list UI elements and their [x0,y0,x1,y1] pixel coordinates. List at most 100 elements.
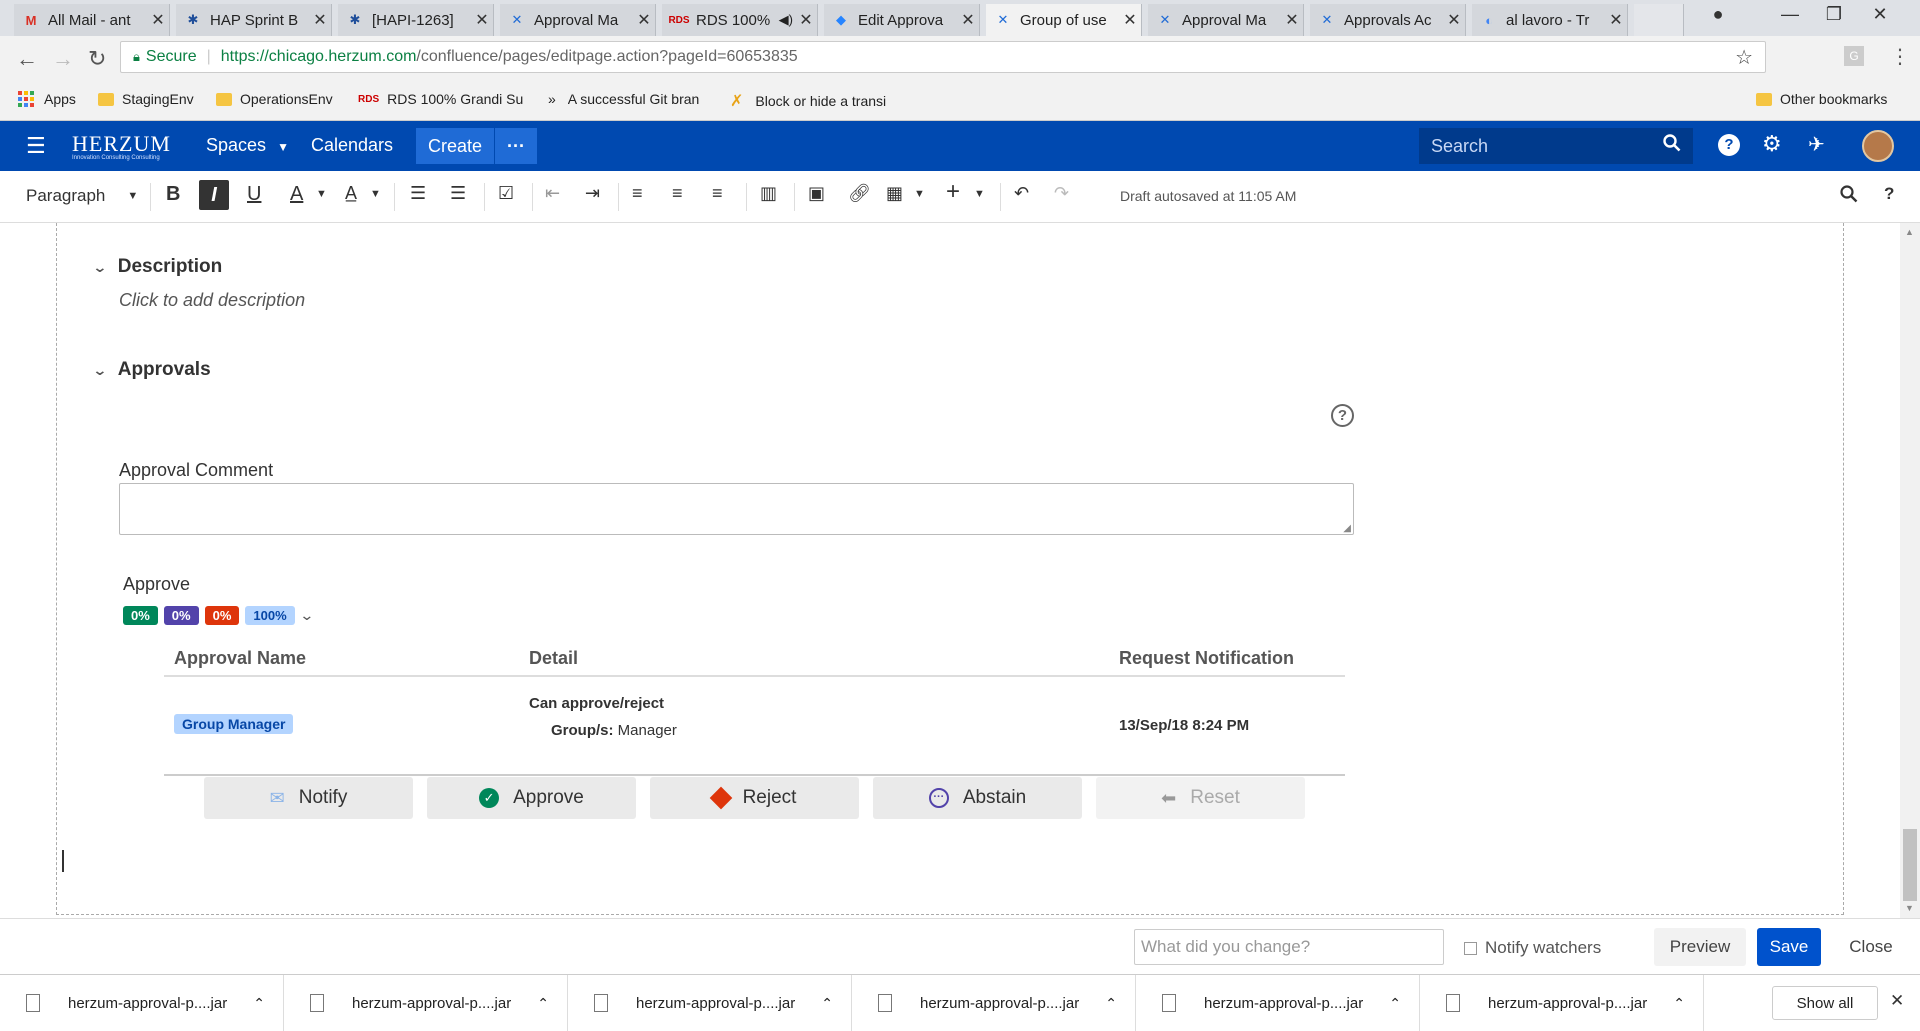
text-color-icon[interactable]: A [290,183,303,206]
find-search-icon[interactable] [1840,185,1858,208]
download-item[interactable]: herzum-approval-p....jar ⌃ [284,975,568,1031]
close-icon[interactable]: ✕ [147,10,169,30]
tab-all-mail[interactable]: M All Mail - ant ✕ [14,4,170,36]
back-icon[interactable]: ← [16,46,38,72]
notifications-icon[interactable]: ✈︎ [1808,132,1825,157]
help-circle-icon[interactable]: ? [1331,404,1354,427]
help-icon[interactable]: ? [1884,184,1894,204]
herzum-logo[interactable]: HERZUM Innovation Consulting Consulting [72,131,171,161]
numbered-list-icon[interactable]: ☰ [450,183,466,204]
page-layout-icon[interactable]: ▥ [760,183,777,204]
chevron-down-icon[interactable]: ▼ [370,188,381,200]
close-icon[interactable]: ✕ [1890,991,1904,1011]
link-icon[interactable]: 🔗︎ [848,183,871,204]
search-input[interactable]: Search [1419,128,1693,164]
bookmark-block-transition[interactable]: ✗ Block or hide a transi [730,91,886,111]
bookmark-other[interactable]: Other bookmarks [1756,91,1887,107]
preview-button[interactable]: Preview [1654,928,1746,966]
close-button[interactable]: Close [1832,928,1910,966]
download-item[interactable]: herzum-approval-p....jar ⌃ [0,975,284,1031]
indent-icon[interactable]: ⇥ [585,183,600,204]
tab-rds[interactable]: RDS RDS 100% ◀) ✕ [662,4,818,36]
avatar[interactable] [1862,130,1894,162]
chevron-down-icon[interactable]: ▼ [316,188,327,200]
reload-icon[interactable]: ↻ [88,46,106,72]
close-icon[interactable]: ✕ [795,10,817,30]
paragraph-style-dropdown[interactable]: Paragraph ▼ [26,186,138,206]
change-comment-input[interactable]: What did you change? [1134,929,1444,965]
show-all-button[interactable]: Show all [1772,986,1878,1020]
star-icon[interactable]: ☆ [1735,45,1753,70]
gear-icon[interactable]: ⚙ [1762,131,1782,157]
bookmark-rds[interactable]: RDS RDS 100% Grandi Su [358,91,523,107]
close-icon[interactable]: ✕ [309,10,331,30]
bookmark-stagingenv[interactable]: StagingEnv [98,91,194,107]
close-icon[interactable]: ✕ [1119,10,1141,30]
download-item[interactable]: herzum-approval-p....jar ⌃ [852,975,1136,1031]
calendars-link[interactable]: Calendars [311,135,393,156]
chevron-down-icon[interactable]: ▼ [914,188,925,200]
align-left-icon[interactable]: ≡ [632,183,643,204]
undo-icon[interactable]: ↶ [1014,183,1029,204]
window-close-icon[interactable]: ✕ [1860,4,1900,25]
tab-approval-ma-2[interactable]: ✕ Approval Ma ✕ [1148,4,1304,36]
reject-button[interactable]: Reject [650,777,859,819]
chevron-down-icon[interactable]: ⌄ [299,607,314,624]
notify-button[interactable]: ✉ Notify [204,777,413,819]
align-center-icon[interactable]: ≡ [672,183,683,204]
chevron-up-icon[interactable]: ⌃ [1389,995,1401,1012]
approval-comment-textarea[interactable]: ◢ [119,483,1354,535]
description-placeholder[interactable]: Click to add description [119,290,305,311]
url-input[interactable]: 🔒︎ Secure | https://chicago.herzum.com /… [120,41,1766,73]
help-icon[interactable]: ? [1718,134,1740,156]
close-icon[interactable]: ✕ [1281,10,1303,30]
text-format-icon[interactable]: A̲ [345,183,357,204]
chevron-up-icon[interactable]: ⌃ [821,995,833,1012]
chevron-up-icon[interactable]: ⌃ [537,995,549,1012]
menu-kebab-icon[interactable]: ⋮ [1890,44,1910,69]
scrollbar-thumb[interactable] [1903,829,1917,901]
insert-plus-icon[interactable]: + [946,178,960,206]
bookmark-apps[interactable]: Apps [18,91,76,107]
outdent-icon[interactable]: ⇤ [545,183,560,204]
italic-icon[interactable]: I [199,180,229,210]
extension-icon[interactable]: G [1844,46,1864,66]
tab-approval-ma-1[interactable]: ✕ Approval Ma ✕ [500,4,656,36]
bookmark-operationsenv[interactable]: OperationsEnv [216,91,333,107]
tab-al-lavoro[interactable]: ◐ al lavoro - Tr ✕ [1472,4,1628,36]
description-section-header[interactable]: ⌄ Description [92,256,222,278]
chevron-up-icon[interactable]: ⌃ [1105,995,1117,1012]
scroll-up-icon[interactable]: ▲ [1905,227,1914,237]
chevron-up-icon[interactable]: ⌃ [1673,995,1685,1012]
tab-edit-approva[interactable]: ◆ Edit Approva ✕ [824,4,980,36]
underline-icon[interactable]: U [247,183,261,206]
scroll-down-icon[interactable]: ▼ [1905,903,1914,913]
create-more-button[interactable]: ··· [495,128,537,164]
close-icon[interactable]: ✕ [633,10,655,30]
table-icon[interactable]: ▦ [886,183,903,204]
tab-hapi-1263[interactable]: ✱ [HAPI-1263] ✕ [338,4,494,36]
restore-icon[interactable]: ❐ [1814,4,1854,25]
editor-scrollbar[interactable]: ▲ ▼ [1900,223,1920,918]
speaker-icon[interactable]: ◀) [779,12,793,28]
spaces-menu[interactable]: Spaces ▼ [206,135,289,156]
chevron-down-icon[interactable]: ▼ [974,188,985,200]
approve-button[interactable]: ✓ Approve [427,777,636,819]
tab-hap-sprint[interactable]: ✱ HAP Sprint B ✕ [176,4,332,36]
bookmark-git-branching[interactable]: » A successful Git bran [548,91,699,107]
bold-icon[interactable]: B [166,183,180,206]
create-button[interactable]: Create [416,128,494,164]
download-item[interactable]: herzum-approval-p....jar ⌃ [1136,975,1420,1031]
bullet-list-icon[interactable]: ☰ [410,183,426,204]
download-item[interactable]: herzum-approval-p....jar ⌃ [1420,975,1704,1031]
image-icon[interactable]: ▣ [808,183,825,204]
approvals-section-header[interactable]: ⌄ Approvals [92,359,210,381]
checkbox-icon[interactable] [1464,941,1477,955]
download-item[interactable]: herzum-approval-p....jar ⌃ [568,975,852,1031]
close-icon[interactable]: ✕ [1443,10,1465,30]
tab-approvals-ac[interactable]: ✕ Approvals Ac ✕ [1310,4,1466,36]
notify-watchers-checkbox[interactable]: Notify watchers [1464,938,1601,958]
profile-icon[interactable]: ● [1698,4,1738,25]
forward-icon[interactable]: → [52,46,74,72]
new-tab-button[interactable] [1634,4,1684,36]
